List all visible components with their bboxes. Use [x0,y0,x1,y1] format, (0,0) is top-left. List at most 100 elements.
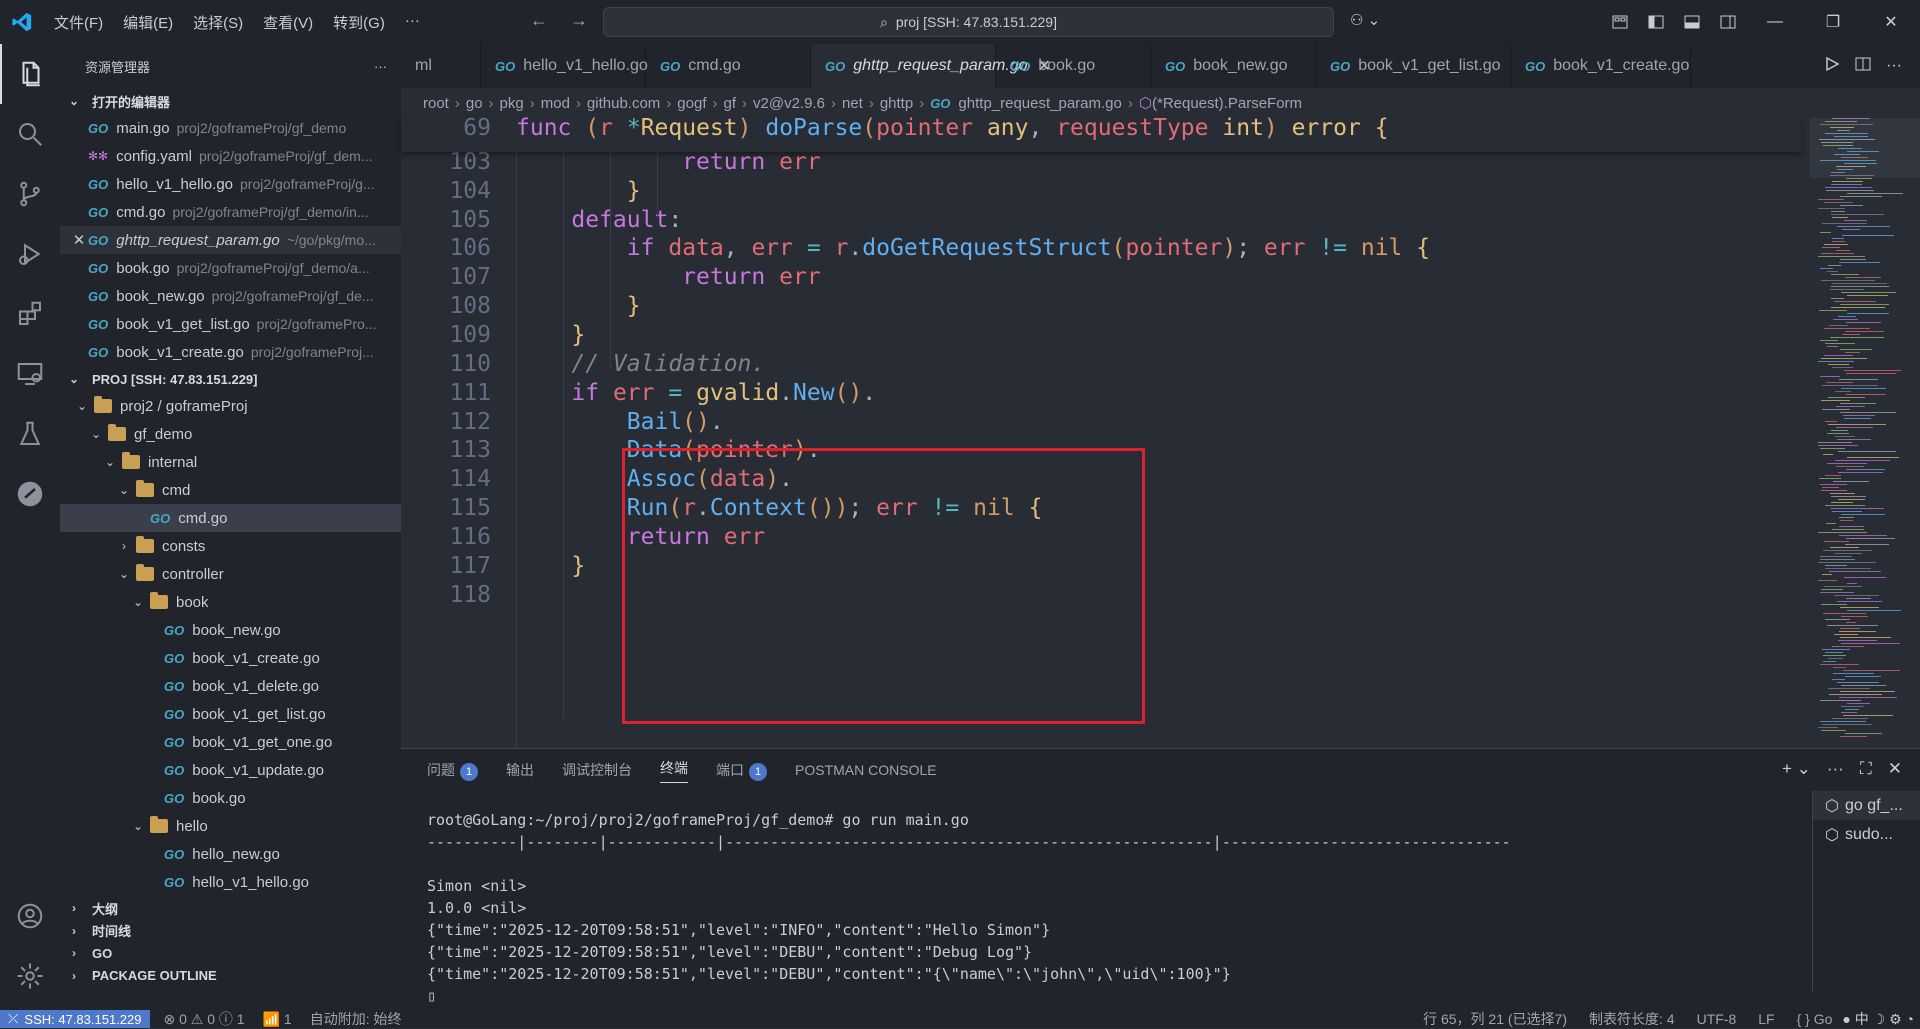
restore-button[interactable]: ❐ [1804,0,1862,44]
tree-folder[interactable]: ⌄ proj2 / goframeProj [60,392,401,420]
more-icon[interactable]: ··· [1886,57,1902,75]
open-editor-item[interactable]: GO book_new.go proj2/goframeProj/gf_de... [60,282,401,310]
tree-file[interactable]: GO book_v1_get_list.go [60,700,401,728]
terminal-output[interactable]: root@GoLang:~/proj/proj2/goframeProj/gf_… [427,809,1511,1007]
extensions-icon[interactable] [0,284,60,344]
editor-tab[interactable]: GO book.go [996,44,1151,88]
tree-file[interactable]: GO book.go [60,784,401,812]
remote-explorer-icon[interactable] [0,344,60,404]
ports-indicator[interactable]: 📶 1 [263,1011,292,1028]
language-mode[interactable]: { } Go [1797,1011,1833,1027]
menu-item[interactable]: ··· [395,12,430,33]
breadcrumb-item[interactable]: v2@v2.9.6 [753,95,825,112]
code-line[interactable]: if data, err = r.doGetRequestStruct(poin… [516,235,1430,261]
panel-tab[interactable]: 端口 1 [716,760,767,781]
panel-tab[interactable]: 终端 [660,758,688,783]
toggle-sidebar-icon[interactable] [1642,8,1670,36]
eol[interactable]: LF [1758,1011,1774,1027]
code-line[interactable]: } [516,293,641,319]
collapsed-section[interactable]: › GO [60,942,401,965]
collapsed-section[interactable]: › PACKAGE OUTLINE [60,965,401,988]
manage-gear-icon[interactable] [0,946,60,1006]
copilot-icon[interactable]: ⚇ ⌄ [1350,11,1380,29]
encoding[interactable]: UTF-8 [1697,1011,1737,1027]
breadcrumb-item[interactable]: root [423,95,449,112]
editor-tab[interactable]: GO book_new.go [1151,44,1316,88]
customize-layout-icon[interactable] [1606,8,1634,36]
breadcrumb-item[interactable]: github.com [587,95,660,112]
breadcrumb-item[interactable]: ghttp [880,95,913,112]
minimize-button[interactable]: — [1746,0,1804,44]
run-debug-icon[interactable] [0,224,60,284]
tab-size[interactable]: 制表符长度: 4 [1589,1009,1675,1029]
editor-tab[interactable]: GO cmd.go [646,44,811,88]
menu-item[interactable]: 查看(V) [253,12,323,33]
breadcrumb-item[interactable]: mod [541,95,570,112]
menu-item[interactable]: 编辑(E) [113,12,183,33]
tree-folder[interactable]: ⌄ cmd [60,476,401,504]
tree-folder[interactable]: ⌄ controller [60,560,401,588]
new-terminal-icon[interactable]: + ⌄ [1782,759,1811,779]
terminal-instance[interactable]: ⬡ sudo... [1813,820,1920,849]
auto-attach-indicator[interactable]: 自动附加: 始终 [310,1009,402,1029]
open-editor-item[interactable]: GO hello_v1_hello.go proj2/goframeProj/g..… [60,170,401,198]
breadcrumb-item[interactable]: net [842,95,863,112]
problems-indicator[interactable]: ⊗ 0 ⚠ 0 ⓘ 1 [164,1009,245,1029]
postman-icon[interactable] [0,464,60,524]
back-arrow-icon[interactable]: ← [530,10,548,31]
tree-folder[interactable]: › consts [60,532,401,560]
toggle-panel-icon[interactable] [1678,8,1706,36]
menu-item[interactable]: 选择(S) [183,12,253,33]
minimap[interactable] [1810,118,1920,748]
account-icon[interactable] [0,886,60,946]
breadcrumb-item[interactable]: gf [724,95,737,112]
more-icon[interactable]: ··· [1827,759,1844,779]
maximize-panel-icon[interactable]: ⛶ [1860,759,1872,779]
open-editor-item[interactable]: ✕ GO ghttp_request_param.go ~/go/pkg/mo... [60,226,401,254]
panel-tab[interactable]: 输出 [506,760,534,780]
tree-file[interactable]: GO cmd.go [60,504,401,532]
search-activity-icon[interactable] [0,104,60,164]
remote-indicator[interactable]: ⤫ SSH: 47.83.151.229 [0,1010,150,1028]
panel-tab[interactable]: POSTMAN CONSOLE [795,762,937,778]
open-editor-item[interactable]: GO book_v1_get_list.go proj2/goframePro... [60,310,401,338]
tree-file[interactable]: GO book_new.go [60,616,401,644]
sticky-scroll-header[interactable]: 69 func (r *Request) doParse(pointer any… [401,115,1801,152]
testing-icon[interactable] [0,404,60,464]
tree-file[interactable]: GO book_v1_delete.go [60,672,401,700]
command-center-search[interactable]: ⌕ proj [SSH: 47.83.151.229] [603,7,1334,37]
breadcrumb-item[interactable]: ghttp_request_param.go [958,95,1121,112]
breadcrumb-item[interactable]: go [466,95,483,112]
cursor-position[interactable]: 行 65，列 21 (已选择7) [1423,1009,1567,1029]
source-control-icon[interactable] [0,164,60,224]
tree-file[interactable]: GO book_v1_create.go [60,644,401,672]
tree-folder[interactable]: ⌄ gf_demo [60,420,401,448]
workspace-header[interactable]: ⌄ PROJ [SSH: 47.83.151.229] [60,366,401,392]
collapsed-section[interactable]: › 时间线 [60,920,401,943]
tree-folder[interactable]: ⌄ internal [60,448,401,476]
tree-folder[interactable]: ⌄ hello [60,812,401,840]
explorer-icon[interactable] [0,44,60,104]
tree-file[interactable]: GO hello_v1_hello.go [60,868,401,896]
open-editors-header[interactable]: ⌄ 打开的编辑器 [60,88,401,114]
tree-folder[interactable]: ⌄ book [60,588,401,616]
tree-file[interactable]: GO book_v1_update.go [60,756,401,784]
minimap-slider[interactable] [1810,118,1920,178]
more-actions-icon[interactable]: ··· [374,59,387,74]
code-line[interactable]: if err = gvalid.New(). [516,380,876,406]
breadcrumb-item[interactable]: (*Request).ParseForm [1152,95,1302,112]
tree-file[interactable]: GO hello_new.go [60,840,401,868]
breadcrumb-item[interactable]: pkg [500,95,524,112]
run-icon[interactable] [1824,56,1840,77]
close-panel-icon[interactable]: ✕ [1888,759,1902,779]
open-editor-item[interactable]: GO main.go proj2/goframeProj/gf_demo [60,114,401,142]
split-editor-icon[interactable] [1854,55,1872,78]
open-editor-item[interactable]: GO cmd.go proj2/goframeProj/gf_demo/in... [60,198,401,226]
panel-tab[interactable]: 问题 1 [427,760,478,781]
open-editor-item[interactable]: GO book_v1_create.go proj2/goframeProj... [60,338,401,366]
editor-tab[interactable]: GO ghttp_request_param.go ✕ [811,44,1051,88]
code-line[interactable]: Bail(). [516,409,724,435]
editor-tab[interactable]: GO book_v1_get_list.go [1316,44,1511,88]
forward-arrow-icon[interactable]: → [570,10,588,31]
code-line[interactable]: // Validation. [516,351,765,377]
